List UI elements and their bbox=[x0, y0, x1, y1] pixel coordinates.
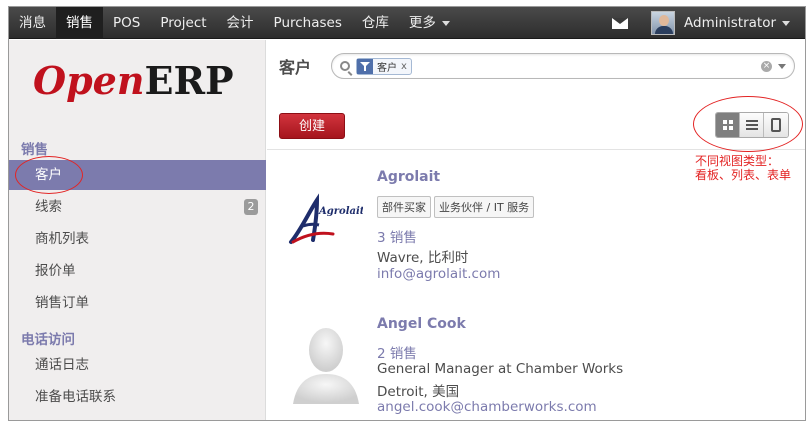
top-menu: 消息 销售 POS Project 会计 Purchases 仓库 更多 bbox=[9, 7, 460, 39]
card-name[interactable]: Agrolait bbox=[377, 169, 440, 185]
menu-warehouse[interactable]: 仓库 bbox=[352, 7, 399, 39]
agrolait-logo-icon: Agrolait bbox=[289, 193, 365, 244]
sidebar-item-leads[interactable]: 线索 2 bbox=[9, 192, 266, 222]
person-placeholder-icon bbox=[287, 320, 365, 410]
top-menu-bar: 消息 销售 POS Project 会计 Purchases 仓库 更多 Adm… bbox=[9, 7, 805, 39]
search-icon bbox=[340, 61, 350, 71]
sidebar-item-scheduled-calls[interactable]: 准备电话联系 bbox=[9, 382, 266, 412]
filter-icon bbox=[357, 59, 373, 74]
sales-count[interactable]: 3 销售 bbox=[377, 226, 417, 246]
control-panel: 客户 客户 x × 创建 bbox=[267, 40, 805, 152]
sidebar-item-opportunities[interactable]: 商机列表 bbox=[9, 224, 266, 254]
create-button[interactable]: 创建 bbox=[279, 113, 345, 139]
search-input[interactable]: 客户 x × bbox=[331, 53, 795, 79]
menu-more[interactable]: 更多 bbox=[399, 7, 460, 39]
kanban-icon bbox=[723, 120, 733, 130]
card-email[interactable]: angel.cook@chamberworks.com bbox=[377, 399, 597, 415]
list-view-button[interactable] bbox=[740, 113, 764, 137]
menu-sales[interactable]: 销售 bbox=[56, 7, 103, 39]
user-name: Administrator bbox=[684, 15, 777, 31]
menu-accounting[interactable]: 会计 bbox=[217, 7, 264, 39]
main-content: 客户 客户 x × 创建 不同视图类型： 看板、列表、表单 Agrolait A… bbox=[267, 40, 805, 420]
chevron-down-icon bbox=[782, 20, 791, 26]
menu-messaging[interactable]: 消息 bbox=[9, 7, 56, 39]
kanban-view-button[interactable] bbox=[716, 113, 740, 137]
sidebar-section-sales: 销售 bbox=[21, 142, 48, 158]
kanban-card-agrolait[interactable]: Agrolait Agrolait 部件买家 业务伙伴 / IT 服务 3 销售 … bbox=[267, 150, 805, 300]
chevron-down-icon[interactable] bbox=[778, 64, 786, 69]
form-view-button[interactable] bbox=[764, 113, 788, 137]
search-facet[interactable]: 客户 x bbox=[356, 58, 412, 75]
list-icon bbox=[746, 120, 758, 130]
openerp-window: 消息 销售 POS Project 会计 Purchases 仓库 更多 Adm… bbox=[8, 6, 806, 421]
sidebar-item-label: 线索 bbox=[35, 199, 62, 215]
sidebar-item-sales-orders[interactable]: 销售订单 bbox=[9, 288, 266, 318]
tag-partner-it-services: 业务伙伴 / IT 服务 bbox=[434, 196, 535, 218]
search-facet-label: 客户 bbox=[377, 63, 397, 74]
kanban-card-angel-cook[interactable]: Angel Cook 2 销售 General Manager at Chamb… bbox=[267, 302, 805, 420]
sidebar-section-phone-calls: 电话访问 bbox=[21, 332, 75, 348]
clear-search-icon[interactable]: × bbox=[761, 61, 772, 72]
card-email[interactable]: info@agrolait.com bbox=[377, 266, 500, 282]
menu-pos[interactable]: POS bbox=[103, 7, 150, 39]
sales-count[interactable]: 2 销售 bbox=[377, 342, 417, 362]
facet-remove-icon[interactable]: x bbox=[401, 61, 411, 72]
sidebar: OpenERP 销售 客户 线索 2 商机列表 报价单 销售订单 电话访问 通话日… bbox=[9, 40, 266, 420]
menu-purchases[interactable]: Purchases bbox=[264, 7, 352, 39]
openerp-logo[interactable]: OpenERP bbox=[33, 58, 234, 108]
tag-list: 部件买家 业务伙伴 / IT 服务 bbox=[377, 196, 537, 218]
user-menu[interactable]: Administrator bbox=[684, 7, 791, 39]
form-icon bbox=[771, 118, 781, 132]
svg-text:Agrolait: Agrolait bbox=[318, 206, 363, 217]
company-logo: Agrolait bbox=[287, 190, 365, 250]
sidebar-item-customers[interactable]: 客户 bbox=[9, 160, 266, 190]
menu-more-label: 更多 bbox=[408, 15, 436, 31]
menu-project[interactable]: Project bbox=[150, 7, 216, 39]
card-address: Detroit, 美国 bbox=[377, 384, 460, 400]
chevron-down-icon bbox=[441, 20, 450, 26]
card-address: Wavre, 比利时 bbox=[377, 250, 469, 266]
sidebar-item-logged-calls[interactable]: 通话日志 bbox=[9, 350, 266, 380]
leads-count-badge: 2 bbox=[244, 199, 258, 215]
sidebar-item-quotations[interactable]: 报价单 bbox=[9, 256, 266, 286]
page-title: 客户 bbox=[279, 58, 312, 77]
user-avatar[interactable] bbox=[651, 11, 675, 35]
mail-icon[interactable] bbox=[612, 18, 628, 29]
card-job-title: General Manager at Chamber Works bbox=[377, 361, 624, 377]
view-switcher bbox=[715, 112, 789, 138]
tag-component-buyer: 部件买家 bbox=[377, 196, 431, 218]
card-name[interactable]: Angel Cook bbox=[377, 316, 466, 332]
